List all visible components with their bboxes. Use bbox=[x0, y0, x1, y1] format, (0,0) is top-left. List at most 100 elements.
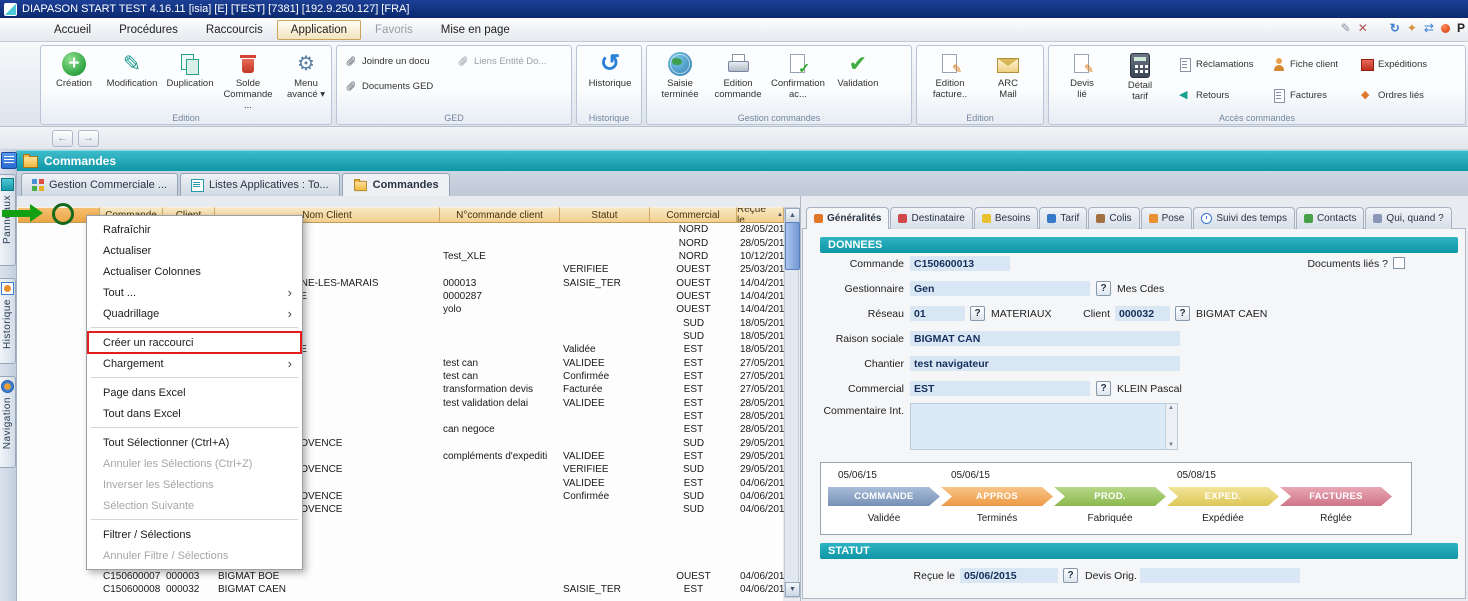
scroll-up-icon[interactable]: ▲ bbox=[785, 208, 800, 223]
tab-pose[interactable]: Pose bbox=[1141, 207, 1193, 229]
historique-button[interactable]: Historique bbox=[581, 48, 639, 90]
saisie-terminee-button[interactable]: Saisie terminée bbox=[651, 48, 709, 101]
rail-tab-panneaux[interactable]: Panneaux bbox=[0, 174, 16, 266]
menu-avance-button[interactable]: Menu avancé ▾ bbox=[277, 48, 335, 101]
statut-header: STATUT bbox=[820, 543, 1458, 559]
column-header-statut[interactable]: Statut bbox=[560, 207, 650, 223]
scroll-down-icon[interactable]: ▼ bbox=[785, 582, 800, 597]
confirmation-button[interactable]: Confirmation ac... bbox=[767, 48, 829, 101]
tab-commandes[interactable]: Commandes bbox=[342, 173, 450, 196]
context-menu-item[interactable]: Quadrillage bbox=[88, 303, 301, 324]
spark-icon[interactable] bbox=[1407, 22, 1417, 34]
context-menu-item[interactable]: Tout Sélectionner (Ctrl+A) bbox=[88, 432, 301, 453]
column-header-num-commande-client[interactable]: N°commande client bbox=[440, 207, 560, 223]
reseau-field[interactable]: 01 bbox=[910, 306, 965, 321]
chantier-field[interactable]: test navigateur bbox=[910, 356, 1180, 371]
close-icon[interactable] bbox=[1358, 22, 1368, 34]
reclamations-button[interactable]: Réclamations bbox=[1175, 56, 1269, 73]
menu-tab-application[interactable]: Application bbox=[277, 20, 361, 40]
gestionnaire-field[interactable]: Gen bbox=[910, 281, 1090, 296]
context-menu-item[interactable]: Tout dans Excel bbox=[88, 403, 301, 424]
panel-menu-icon[interactable] bbox=[1, 152, 17, 169]
table-scrollbar[interactable]: ▲ ▼ bbox=[784, 207, 799, 598]
client-help-button[interactable]: ? bbox=[1175, 306, 1190, 321]
column-header-recue-le[interactable]: Reçue le bbox=[737, 207, 784, 223]
tab-besoins[interactable]: Besoins bbox=[974, 207, 1039, 229]
retours-button[interactable]: Retours bbox=[1175, 87, 1269, 104]
document-check-icon bbox=[786, 52, 810, 76]
commande-field[interactable]: C150600013 bbox=[910, 256, 1010, 271]
documents-ged-button[interactable]: Documents GED bbox=[341, 78, 453, 95]
forward-button[interactable]: → bbox=[78, 130, 99, 147]
duplication-button[interactable]: Duplication bbox=[161, 48, 219, 90]
devis-lie-button[interactable]: Devis lié bbox=[1053, 48, 1111, 101]
menu-tab-procedures[interactable]: Procédures bbox=[105, 20, 192, 40]
expeditions-button[interactable]: Expéditions bbox=[1357, 56, 1453, 73]
tab-listes-applicatives[interactable]: Listes Applicatives : To... bbox=[180, 173, 340, 196]
commercial-help-button[interactable]: ? bbox=[1096, 381, 1111, 396]
context-menu-item[interactable]: Tout ... bbox=[88, 282, 301, 303]
gestionnaire-help-button[interactable]: ? bbox=[1096, 281, 1111, 296]
client-field[interactable]: 000032 bbox=[1115, 306, 1170, 321]
creation-button[interactable]: Création bbox=[45, 48, 103, 90]
tab-destinataire[interactable]: Destinataire bbox=[890, 207, 972, 229]
context-menu-item[interactable]: Actualiser bbox=[88, 240, 301, 261]
context-menu-item[interactable]: Page dans Excel bbox=[88, 382, 301, 403]
context-menu-item[interactable]: Inverser les Sélections bbox=[88, 474, 301, 495]
devis-orig-field[interactable] bbox=[1140, 568, 1300, 583]
validation-button[interactable]: Validation bbox=[829, 48, 887, 90]
rail-tab-historique[interactable]: Historique bbox=[0, 278, 16, 364]
textarea-scrollbar[interactable] bbox=[1165, 404, 1177, 449]
back-button[interactable]: ← bbox=[52, 130, 73, 147]
context-menu-item[interactable]: Actualiser Colonnes bbox=[88, 261, 301, 282]
edition-facture-button[interactable]: Edition facture.. bbox=[921, 48, 979, 101]
sync-icon[interactable] bbox=[1390, 22, 1400, 34]
modification-button[interactable]: Modification bbox=[103, 48, 161, 90]
joindre-document-button[interactable]: Joindre un docu bbox=[341, 53, 453, 70]
arc-mail-button[interactable]: ARC Mail bbox=[979, 48, 1037, 101]
edit-icon[interactable] bbox=[1341, 22, 1351, 34]
column-header-commercial[interactable]: Commercial bbox=[650, 207, 737, 223]
tab-colis[interactable]: Colis bbox=[1088, 207, 1139, 229]
rail-tab-navigation[interactable]: Navigation bbox=[0, 376, 16, 468]
context-menu-item[interactable]: Annuler Filtre / Sélections bbox=[88, 545, 301, 566]
context-menu-item[interactable]: Sélection Suivante bbox=[88, 495, 301, 516]
commentaire-textarea[interactable] bbox=[910, 403, 1178, 450]
liens-entite-button[interactable]: Liens Entité Do... bbox=[453, 53, 565, 70]
table-row[interactable]: C150600008 000032 BIGMAT CAEN SAISIE_TER… bbox=[18, 583, 784, 596]
menu-tab-raccourcis[interactable]: Raccourcis bbox=[192, 20, 277, 40]
tab-qui-quand[interactable]: Qui, quand ? bbox=[1365, 207, 1451, 229]
recue-le-help-button[interactable]: ? bbox=[1063, 568, 1078, 583]
tab-tarif[interactable]: Tarif bbox=[1039, 207, 1087, 229]
reseau-help-button[interactable]: ? bbox=[970, 306, 985, 321]
ordres-lies-button[interactable]: Ordres liés bbox=[1357, 87, 1453, 104]
raison-sociale-field[interactable]: BIGMAT CAN bbox=[910, 331, 1180, 346]
fiche-client-button[interactable]: Fiche client bbox=[1269, 56, 1357, 73]
context-menu-item[interactable]: Chargement bbox=[88, 353, 301, 374]
tab-contacts[interactable]: Contacts bbox=[1296, 207, 1364, 229]
menu-tab-mise-en-page[interactable]: Mise en page bbox=[427, 20, 524, 40]
documents-lies-checkbox[interactable] bbox=[1393, 257, 1405, 269]
table-row[interactable]: C150600007 000003 BIGMAT BOE OUEST 04/06… bbox=[18, 570, 784, 583]
factures-button[interactable]: Factures bbox=[1269, 87, 1357, 104]
tab-suivi-des-temps[interactable]: Suivi des temps bbox=[1193, 207, 1295, 229]
edition-commande-button[interactable]: Edition commande bbox=[709, 48, 767, 101]
menu-tab-accueil[interactable]: Accueil bbox=[40, 20, 105, 40]
context-menu-item[interactable]: Créer un raccourci bbox=[88, 332, 301, 353]
tab-gestion-commerciale[interactable]: Gestion Commerciale ... bbox=[21, 173, 178, 196]
scrollbar-thumb[interactable] bbox=[785, 222, 800, 270]
tab-generalites[interactable]: Généralités bbox=[806, 207, 889, 229]
solde-commande-button[interactable]: Solde Commande ... bbox=[219, 48, 277, 112]
context-menu-item[interactable]: Rafraîchir bbox=[88, 219, 301, 240]
context-menu-item[interactable]: Filtrer / Sélections bbox=[88, 524, 301, 545]
record-icon[interactable] bbox=[1441, 24, 1450, 33]
detail-tarif-button[interactable]: Détail tarif bbox=[1111, 48, 1169, 103]
workflow-status: Expédiée bbox=[1167, 513, 1279, 524]
commercial-field[interactable]: EST bbox=[910, 381, 1090, 396]
recue-le-field[interactable]: 05/06/2015 bbox=[960, 568, 1058, 583]
cell-statut: VERIFIEE bbox=[560, 264, 650, 275]
menu-tab-favoris[interactable]: Favoris bbox=[361, 20, 427, 40]
transfer-icon[interactable] bbox=[1424, 22, 1434, 34]
context-menu-item[interactable]: Annuler les Sélections (Ctrl+Z) bbox=[88, 453, 301, 474]
workflow-status: Terminés bbox=[941, 513, 1053, 524]
